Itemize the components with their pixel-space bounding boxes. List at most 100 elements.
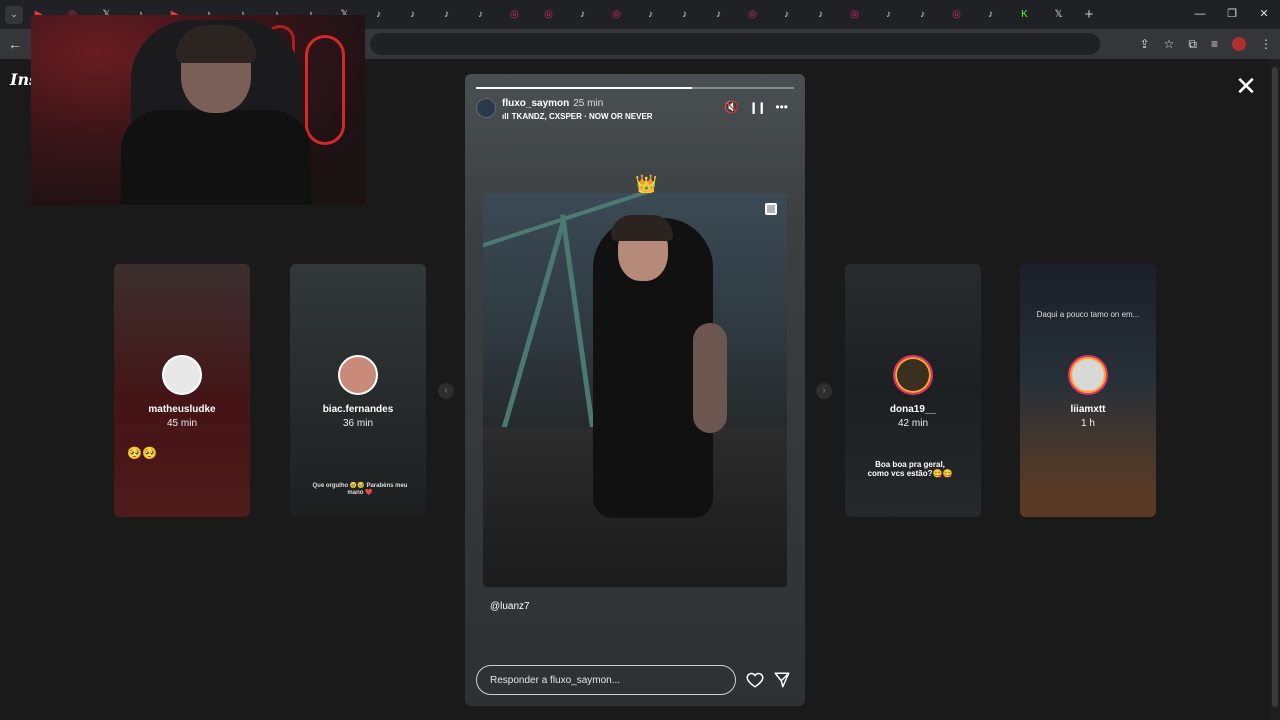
instagram-icon: ◎ bbox=[510, 9, 519, 20]
browser-tab[interactable]: ♪ bbox=[771, 4, 805, 26]
story-progress-bar bbox=[476, 87, 794, 89]
install-app-icon[interactable]: ⇪ bbox=[1140, 37, 1150, 51]
story-viewer[interactable]: fluxo_saymon 25 min ıll TKANDZ, CXSPER · N… bbox=[465, 74, 805, 706]
preview-avatar bbox=[162, 355, 202, 395]
browser-tab[interactable]: ◎ bbox=[941, 4, 975, 26]
preview-username: liiamxtt bbox=[1070, 404, 1106, 415]
window-controls: — ❐ ✕ bbox=[1184, 0, 1280, 29]
player-arm bbox=[693, 323, 727, 433]
mute-icon[interactable]: 🔇 bbox=[724, 100, 739, 114]
tiktok-icon: ♪ bbox=[818, 9, 823, 20]
instagram-icon: ◎ bbox=[952, 9, 961, 20]
instagram-icon: ◎ bbox=[544, 9, 553, 20]
browser-tab[interactable]: ♪ bbox=[397, 4, 431, 26]
story-username[interactable]: fluxo_saymon bbox=[502, 98, 569, 109]
browser-tab[interactable]: K bbox=[1009, 4, 1043, 26]
browser-tab[interactable]: ♪ bbox=[635, 4, 669, 26]
story-header: fluxo_saymon 25 min ıll TKANDZ, CXSPER · N… bbox=[476, 96, 794, 126]
browser-tab[interactable]: ◎ bbox=[533, 4, 567, 26]
minimize-button[interactable]: — bbox=[1184, 0, 1216, 29]
new-tab-button[interactable]: + bbox=[1077, 6, 1101, 23]
instagram-icon: ◎ bbox=[850, 9, 859, 20]
toolbar-icons: ⇪ ☆ ⧉ ≡ ⋮ bbox=[1140, 29, 1272, 59]
story-time: 25 min bbox=[573, 98, 604, 109]
instagram-icon: ◎ bbox=[612, 9, 621, 20]
preview-avatar bbox=[1068, 355, 1108, 395]
reply-input[interactable] bbox=[476, 665, 736, 695]
browser-tab[interactable]: ♪ bbox=[567, 4, 601, 26]
preview-time: 1 h bbox=[1081, 418, 1095, 429]
preview-username: dona19__ bbox=[889, 404, 937, 415]
close-icon[interactable]: ✕ bbox=[1235, 73, 1257, 99]
streamer-hair bbox=[176, 25, 256, 63]
more-options-icon[interactable]: ••• bbox=[775, 100, 788, 114]
preview-caption: Boa boa pra geral, como vcs estão?😋😋 bbox=[867, 460, 953, 478]
tiktok-icon: ♪ bbox=[682, 9, 687, 20]
webcam-overlay bbox=[31, 15, 365, 205]
send-icon[interactable] bbox=[773, 671, 791, 689]
browser-tab[interactable]: ♪ bbox=[703, 4, 737, 26]
preview-caption: 🥺🥺 bbox=[127, 446, 157, 460]
preview-time: 42 min bbox=[897, 418, 928, 429]
next-story-arrow[interactable]: › bbox=[816, 383, 832, 399]
preview-time: 36 min bbox=[342, 418, 373, 429]
tiktok-icon: ♪ bbox=[410, 9, 415, 20]
tiktok-icon: ♪ bbox=[648, 9, 653, 20]
story-music[interactable]: ıll TKANDZ, CXSPER · NOW OR NEVER bbox=[502, 112, 653, 121]
browser-tab[interactable]: ◎ bbox=[737, 4, 771, 26]
tiktok-icon: ♪ bbox=[886, 9, 891, 20]
story-preview-biac-fernandes[interactable]: biac.fernandes 36 min Que orgulho 🥹🥹 Par… bbox=[290, 264, 426, 517]
bookmark-star-icon[interactable]: ☆ bbox=[1164, 37, 1175, 51]
music-bars-icon: ıll bbox=[502, 112, 509, 121]
browser-tab[interactable]: ♪ bbox=[669, 4, 703, 26]
extensions-icon[interactable]: ⧉ bbox=[1188, 37, 1197, 52]
story-preview-matheusludke[interactable]: matheusludke 45 min 🥺🥺 bbox=[114, 264, 250, 517]
menu-kebab-icon[interactable]: ⋮ bbox=[1260, 37, 1272, 51]
preview-username: biac.fernandes bbox=[322, 404, 394, 415]
browser-tab[interactable]: ♪ bbox=[465, 4, 499, 26]
story-preview-liiamxtt[interactable]: Daqui a pouco tamo on em... liiamxtt 1 h bbox=[1020, 264, 1156, 517]
preview-avatar bbox=[893, 355, 933, 395]
kick-icon: K bbox=[1021, 9, 1028, 20]
tiktok-icon: ♪ bbox=[376, 9, 381, 20]
browser-tab[interactable]: ◎ bbox=[499, 4, 533, 26]
like-heart-icon[interactable] bbox=[746, 671, 764, 689]
media-controls-icon[interactable]: ≡ bbox=[1211, 37, 1218, 51]
back-button[interactable]: ← bbox=[8, 36, 24, 52]
browser-tab[interactable]: ◎ bbox=[839, 4, 873, 26]
story-mention[interactable]: @luanz7 bbox=[490, 601, 530, 612]
rgb-fan-light bbox=[305, 35, 345, 145]
story-progress-fill bbox=[476, 87, 693, 89]
story-author[interactable]: fluxo_saymon 25 min bbox=[502, 98, 603, 109]
story-preview-dona19[interactable]: dona19__ 42 min Boa boa pra geral, como … bbox=[845, 264, 981, 517]
multiple-posts-icon bbox=[765, 203, 777, 215]
profile-avatar[interactable] bbox=[1232, 37, 1246, 51]
page-scrollbar[interactable] bbox=[1270, 59, 1280, 720]
browser-tab[interactable]: ♪ bbox=[805, 4, 839, 26]
scrollbar-thumb[interactable] bbox=[1272, 67, 1278, 707]
browser-tab[interactable]: ♪ bbox=[907, 4, 941, 26]
browser-tab[interactable]: ♪ bbox=[975, 4, 1009, 26]
close-window-button[interactable]: ✕ bbox=[1248, 0, 1280, 29]
tiktok-icon: ♪ bbox=[580, 9, 585, 20]
story-author-avatar[interactable] bbox=[476, 98, 496, 118]
browser-tab[interactable]: ♪ bbox=[873, 4, 907, 26]
pause-icon[interactable]: ❙❙ bbox=[749, 101, 766, 114]
browser-tab[interactable]: ◎ bbox=[601, 4, 635, 26]
restore-button[interactable]: ❐ bbox=[1216, 0, 1248, 29]
story-controls: 🔇 ❙❙ ••• bbox=[724, 100, 788, 114]
tiktok-icon: ♪ bbox=[716, 9, 721, 20]
browser-tab[interactable]: ♪ bbox=[431, 4, 465, 26]
tiktok-icon: ♪ bbox=[920, 9, 925, 20]
browser-tab[interactable]: ♪ bbox=[363, 4, 397, 26]
preview-username: matheusludke bbox=[148, 404, 216, 415]
preview-caption: Daqui a pouco tamo on em... bbox=[1036, 310, 1140, 319]
browser-tab[interactable]: 𝕏 bbox=[1043, 4, 1077, 26]
instagram-icon: ◎ bbox=[748, 9, 757, 20]
address-bar[interactable] bbox=[370, 33, 1100, 55]
tiktok-icon: ♪ bbox=[444, 9, 449, 20]
previous-story-arrow[interactable]: ‹ bbox=[438, 383, 454, 399]
story-shared-post-image[interactable] bbox=[483, 193, 787, 587]
tab-search-dropdown[interactable]: ⌄ bbox=[5, 5, 23, 24]
tiktok-icon: ♪ bbox=[784, 9, 789, 20]
